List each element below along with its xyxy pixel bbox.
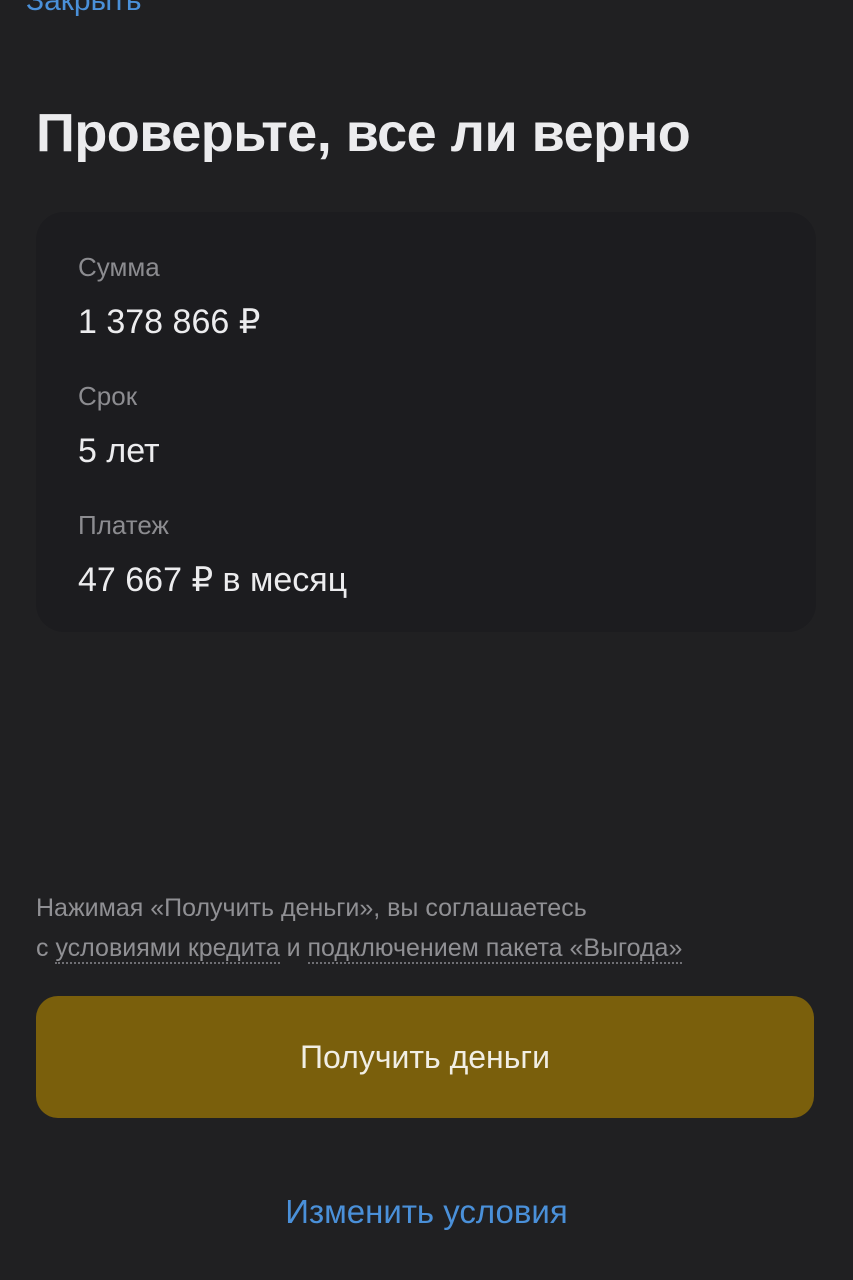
consent-text: Нажимая «Получить деньги», вы соглашаете… — [36, 888, 816, 968]
benefit-package-link[interactable]: подключением пакета «Выгода» — [307, 934, 683, 964]
page-title: Проверьте, все ли верно — [36, 103, 691, 163]
consent-prefix: с — [36, 934, 56, 962]
amount-field: Сумма 1 378 866 ₽ — [78, 250, 260, 344]
payment-value: 47 667 ₽ в месяц — [78, 561, 348, 599]
get-money-button[interactable]: Получить деньги — [36, 996, 814, 1118]
consent-line-1: Нажимая «Получить деньги», вы соглашаете… — [36, 894, 587, 922]
consent-line-2: с условиями кредита и подключением пакет… — [36, 928, 816, 968]
close-link[interactable]: Закрыть — [26, 0, 142, 16]
payment-label: Платеж — [78, 510, 169, 540]
change-terms-link[interactable]: Изменить условия — [0, 1190, 853, 1234]
amount-value: 1 378 866 ₽ — [78, 303, 261, 341]
credit-terms-link[interactable]: условиями кредита — [55, 934, 280, 964]
term-value: 5 лет — [78, 432, 160, 470]
term-field: Срок 5 лет — [78, 379, 160, 473]
amount-label: Сумма — [78, 252, 160, 282]
loan-summary-card: Сумма 1 378 866 ₽ Срок 5 лет Платеж 47 6… — [36, 212, 816, 632]
get-money-button-label: Получить деньги — [300, 1038, 550, 1075]
term-label: Срок — [78, 381, 138, 411]
payment-field: Платеж 47 667 ₽ в месяц — [78, 508, 347, 602]
consent-middle: и — [279, 934, 308, 962]
